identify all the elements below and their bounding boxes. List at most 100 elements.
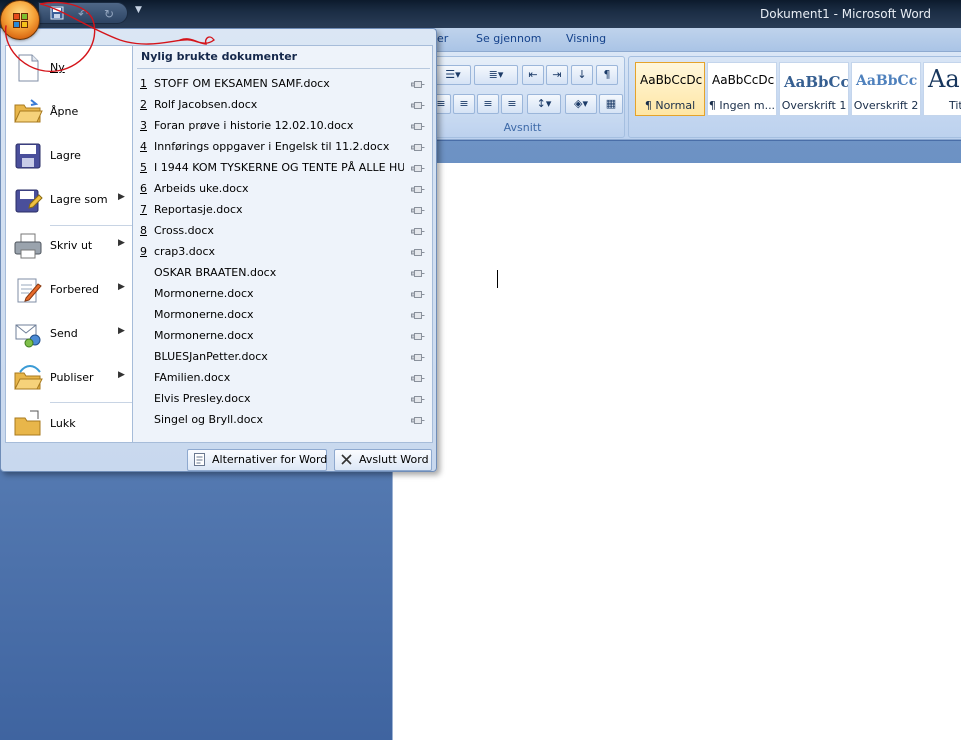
document-page[interactable] xyxy=(392,163,961,740)
office-button[interactable] xyxy=(0,0,40,40)
recent-document-item[interactable]: 1 STOFF OM EKSAMEN SAMF.docx xyxy=(133,73,432,94)
recent-document-item[interactable]: 9 crap3.docx xyxy=(133,241,432,262)
recent-document-item[interactable]: 6 Arbeids uke.docx xyxy=(133,178,432,199)
decrease-indent-icon[interactable]: ⇤ xyxy=(522,65,544,85)
show-formatting-icon[interactable]: ¶ xyxy=(596,65,618,85)
menu-item-close[interactable]: Lukk xyxy=(6,404,132,444)
recent-document-item[interactable]: 3 Foran prøve i historie 12.02.10.docx xyxy=(133,115,432,136)
redo-icon[interactable]: ↻ xyxy=(101,6,117,22)
pin-icon[interactable] xyxy=(411,100,425,109)
style-normal[interactable]: AaBbCcDc ¶ Normal xyxy=(635,62,705,116)
exit-word-button[interactable]: Avslutt Word xyxy=(334,449,432,471)
align-center-icon[interactable]: ≡ xyxy=(453,94,475,114)
recent-document-item[interactable]: Mormonerne.docx xyxy=(133,325,432,346)
pin-icon[interactable] xyxy=(411,310,425,319)
recent-document-number: 9 xyxy=(140,245,147,258)
printer-icon xyxy=(12,230,44,262)
menu-item-new[interactable]: Ny xyxy=(6,48,132,88)
customize-toolbar-icon[interactable]: ▼ xyxy=(135,5,142,15)
numbering-icon[interactable]: ☰▾ xyxy=(435,65,471,85)
shading-icon[interactable]: ◈▾ xyxy=(565,94,597,114)
save-as-icon xyxy=(12,184,44,216)
pin-icon[interactable] xyxy=(411,247,425,256)
pin-icon[interactable] xyxy=(411,373,425,382)
recent-document-number: 6 xyxy=(140,182,147,195)
recent-document-number: 1 xyxy=(140,77,147,90)
borders-icon[interactable]: ▦ xyxy=(599,94,623,114)
menu-item-publish[interactable]: Publiser ▶ xyxy=(6,358,132,398)
pin-icon[interactable] xyxy=(411,394,425,403)
style-no-spacing[interactable]: AaBbCcDc ¶ Ingen m... xyxy=(707,62,777,116)
recent-document-item[interactable]: 7 Reportasje.docx xyxy=(133,199,432,220)
tab-view[interactable]: Visning xyxy=(566,32,606,45)
recent-document-item[interactable]: Singel og Bryll.docx xyxy=(133,409,432,430)
word-options-button[interactable]: Alternativer for Word xyxy=(187,449,327,471)
exit-word-label: Avslutt Word xyxy=(359,453,429,466)
office-logo-icon xyxy=(13,13,29,29)
recent-document-item[interactable]: 5 I 1944 KOM TYSKERNE OG TENTE PÅ ALLE HU… xyxy=(133,157,432,178)
save-icon[interactable] xyxy=(49,6,65,22)
menu-item-send[interactable]: Send ▶ xyxy=(6,314,132,354)
pin-icon[interactable] xyxy=(411,163,425,172)
recent-document-number: 7 xyxy=(140,203,147,216)
pin-icon[interactable] xyxy=(411,142,425,151)
recent-document-number: 5 xyxy=(140,161,147,174)
line-spacing-icon[interactable]: ↕▾ xyxy=(527,94,561,114)
recent-document-name: Elvis Presley.docx xyxy=(154,392,251,405)
pin-icon[interactable] xyxy=(411,79,425,88)
sort-icon[interactable]: ↓ xyxy=(571,65,593,85)
pin-icon[interactable] xyxy=(411,226,425,235)
recent-document-item[interactable]: BLUESJanPetter.docx xyxy=(133,346,432,367)
recent-document-item[interactable]: 2 Rolf Jacobsen.docx xyxy=(133,94,432,115)
recent-document-item[interactable]: 4 Innførings oppgaver i Engelsk til 11.2.… xyxy=(133,136,432,157)
justify-icon[interactable]: ≡ xyxy=(501,94,523,114)
recent-document-item[interactable]: Mormonerne.docx xyxy=(133,283,432,304)
open-folder-icon xyxy=(12,96,44,128)
text-cursor xyxy=(497,270,498,288)
recent-document-item[interactable]: 8 Cross.docx xyxy=(133,220,432,241)
tab-review[interactable]: Se gjennom xyxy=(476,32,541,45)
align-right-icon[interactable]: ≡ xyxy=(477,94,499,114)
menu-item-print[interactable]: Skriv ut ▶ xyxy=(6,226,132,266)
recent-document-name: crap3.docx xyxy=(154,245,216,258)
recent-document-number: 3 xyxy=(140,119,147,132)
style-heading-1[interactable]: AaBbCc Overskrift 1 xyxy=(779,62,849,116)
recent-document-item[interactable]: Mormonerne.docx xyxy=(133,304,432,325)
pin-icon[interactable] xyxy=(411,352,425,361)
pin-icon[interactable] xyxy=(411,205,425,214)
menu-item-save-as[interactable]: Lagre som ▶ xyxy=(6,180,132,220)
undo-icon[interactable]: ↶ xyxy=(75,6,91,22)
menu-divider xyxy=(50,402,132,403)
pin-icon[interactable] xyxy=(411,121,425,130)
recent-document-item[interactable]: Elvis Presley.docx xyxy=(133,388,432,409)
title-bar: Dokument1 - Microsoft Word xyxy=(0,0,961,28)
recent-documents-panel: Nylig brukte dokumenter 1 STOFF OM EKSAME… xyxy=(132,45,433,443)
new-document-icon xyxy=(12,52,44,84)
recent-document-name: OSKAR BRAATEN.docx xyxy=(154,266,277,279)
recent-document-item[interactable]: FAmilien.docx xyxy=(133,367,432,388)
pin-icon[interactable] xyxy=(411,415,425,424)
paragraph-group-label: Avsnitt xyxy=(503,121,542,134)
recent-document-name: I 1944 KOM TYSKERNE OG TENTE PÅ ALLE HUS… xyxy=(154,161,404,174)
paragraph-group: ☰▾ ≣▾ ⇤ ⇥ ↓ ¶ ≡ ≡ ≡ ≡ ↕▾ ◈▾ ▦ Avsnitt xyxy=(420,56,625,138)
pin-icon[interactable] xyxy=(411,184,425,193)
increase-indent-icon[interactable]: ⇥ xyxy=(546,65,568,85)
styles-gallery: AaBbCcDc ¶ Normal AaBbCcDc ¶ Ingen m... … xyxy=(628,56,961,138)
word-options-label: Alternativer for Word xyxy=(212,453,328,466)
style-title[interactable]: Aa Titt xyxy=(923,62,961,116)
recent-documents-title: Nylig brukte dokumenter xyxy=(141,50,298,63)
multilevel-list-icon[interactable]: ≣▾ xyxy=(474,65,518,85)
pin-icon[interactable] xyxy=(411,289,425,298)
recent-document-name: Innførings oppgaver i Engelsk til 11.2.d… xyxy=(154,140,390,153)
recent-document-item[interactable]: OSKAR BRAATEN.docx xyxy=(133,262,432,283)
pin-icon[interactable] xyxy=(411,331,425,340)
recent-document-name: Rolf Jacobsen.docx xyxy=(154,98,258,111)
quick-access-toolbar: ↶ ↻ xyxy=(38,2,128,24)
pin-icon[interactable] xyxy=(411,268,425,277)
style-heading-2[interactable]: AaBbCc Overskrift 2 xyxy=(851,62,921,116)
menu-item-save[interactable]: Lagre xyxy=(6,136,132,176)
menu-item-prepare[interactable]: Forbered ▶ xyxy=(6,270,132,310)
tab-mailings[interactable]: er xyxy=(437,32,448,45)
menu-item-open[interactable]: Åpne xyxy=(6,92,132,132)
recent-document-name: FAmilien.docx xyxy=(154,371,231,384)
